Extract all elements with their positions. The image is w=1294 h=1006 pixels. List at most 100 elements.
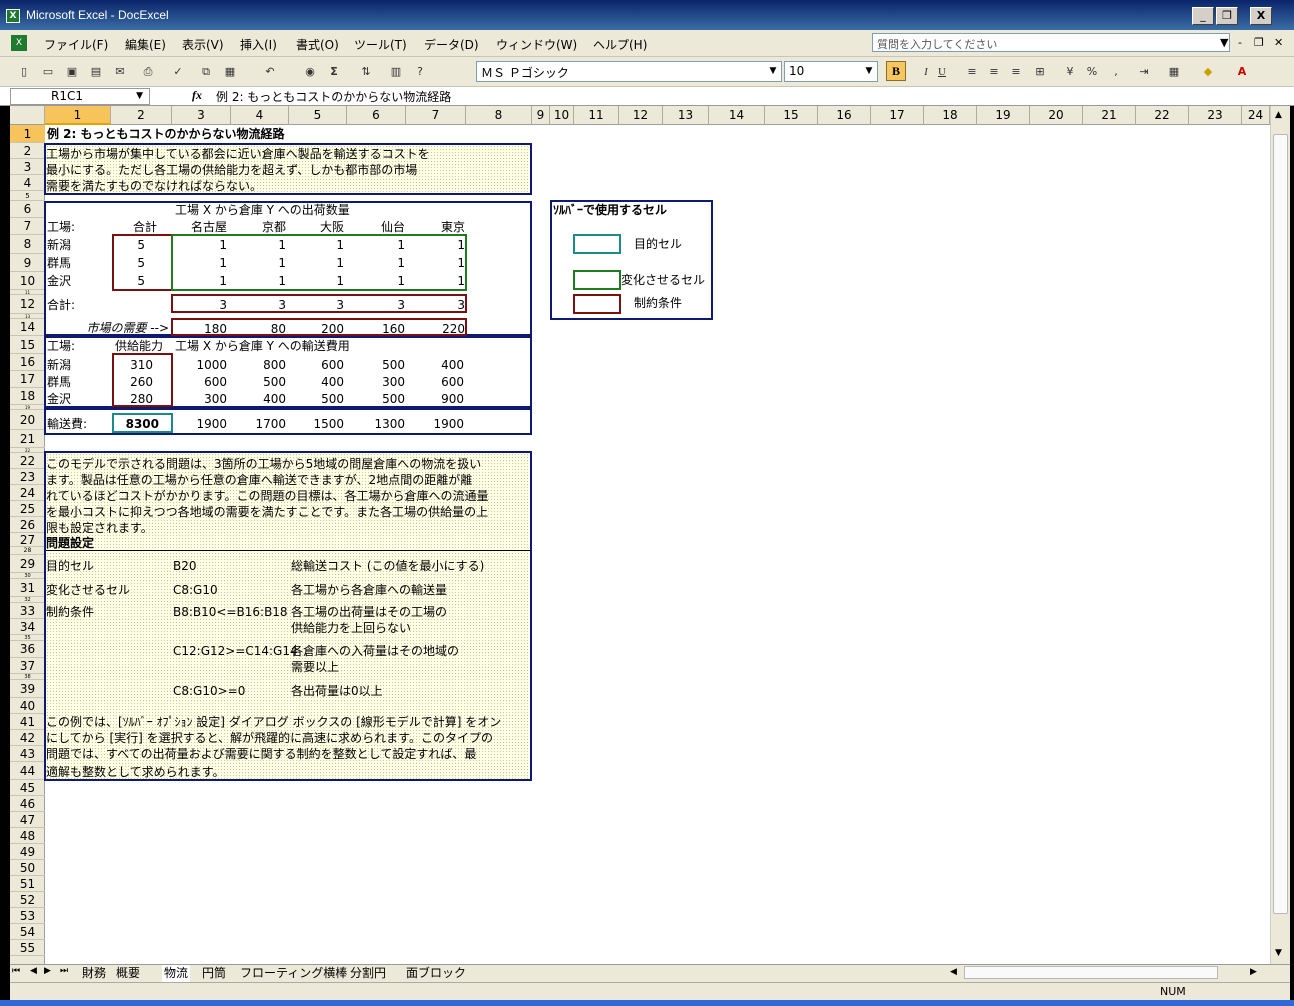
row-header[interactable]: 10 bbox=[10, 272, 45, 290]
demand-cell[interactable]: 200 bbox=[289, 322, 344, 336]
cost-cell[interactable]: 400 bbox=[406, 358, 464, 372]
demand-cell[interactable]: 160 bbox=[347, 322, 405, 336]
shipping-total[interactable]: 8300 bbox=[111, 417, 159, 431]
hyperlink-icon[interactable]: ◉ bbox=[302, 64, 318, 80]
row-header[interactable]: 14 bbox=[10, 319, 45, 336]
chevron-down-icon[interactable]: ▼ bbox=[862, 63, 876, 80]
doc-restore-button[interactable]: ❐ bbox=[1254, 36, 1264, 49]
row-header[interactable]: 15 bbox=[10, 336, 45, 354]
column-header[interactable]: 4 bbox=[231, 106, 289, 125]
description-line[interactable]: を最小コストに抑えつつ各地域の需要を満たすことです。また各工場の供給量の上 bbox=[46, 505, 488, 519]
row-header[interactable]: 36 bbox=[10, 641, 45, 658]
cost-cell[interactable]: 900 bbox=[406, 392, 464, 406]
column-header[interactable]: 2 bbox=[111, 106, 172, 125]
setting-desc[interactable]: 各出荷量は0以上 bbox=[291, 684, 383, 698]
ship-cell[interactable]: 1 bbox=[406, 274, 465, 288]
ship-cell[interactable]: 1 bbox=[231, 238, 286, 252]
row-header[interactable]: 2 bbox=[10, 143, 45, 159]
select-all-corner[interactable] bbox=[10, 106, 45, 125]
capacity-cell[interactable]: 310 bbox=[111, 358, 153, 372]
row-header[interactable]: 7 bbox=[10, 218, 45, 235]
font-name-select[interactable]: ＭＳ Ｐゴシック ▼ bbox=[476, 61, 782, 82]
name-box[interactable]: R1C1 ▼ bbox=[10, 88, 150, 105]
total-label[interactable]: 合計 bbox=[111, 220, 157, 234]
horizontal-scrollbar[interactable]: ◀ ▶ bbox=[946, 965, 1272, 981]
menu-window[interactable]: ウィンドウ(W) bbox=[496, 36, 577, 53]
sort-ascending-icon[interactable]: ⇅ bbox=[358, 64, 374, 80]
row-header[interactable]: 51 bbox=[10, 876, 45, 892]
cost-cell[interactable]: 400 bbox=[231, 392, 286, 406]
ship-cell[interactable]: 1 bbox=[289, 274, 344, 288]
ship-cell[interactable]: 1 bbox=[172, 238, 227, 252]
function-icon[interactable]: fx bbox=[192, 88, 202, 103]
align-right-icon[interactable]: ≡ bbox=[1008, 64, 1024, 80]
factory-name[interactable]: 群馬 bbox=[47, 375, 71, 389]
sum-cell[interactable]: 3 bbox=[172, 298, 227, 312]
row-header[interactable]: 52 bbox=[10, 892, 45, 908]
row-header[interactable]: 16 bbox=[10, 354, 45, 371]
column-header[interactable]: 9 bbox=[532, 106, 550, 125]
sheet-tab-active[interactable]: 物流 bbox=[162, 965, 191, 982]
row-header[interactable]: 37 bbox=[10, 658, 45, 674]
column-header[interactable]: 16 bbox=[818, 106, 871, 125]
setting-ref[interactable]: C8:G10 bbox=[173, 583, 218, 597]
row-header[interactable]: 21 bbox=[10, 430, 45, 448]
factory-name[interactable]: 金沢 bbox=[47, 392, 71, 406]
city-header[interactable]: 大阪 bbox=[289, 220, 344, 234]
cost-cell[interactable]: 600 bbox=[406, 375, 464, 389]
menu-help[interactable]: ヘルプ(H) bbox=[593, 36, 647, 53]
demand-cell[interactable]: 80 bbox=[231, 322, 286, 336]
menu-file[interactable]: ファイル(F) bbox=[44, 36, 108, 53]
column-header[interactable]: 13 bbox=[663, 106, 709, 125]
column-header[interactable]: 7 bbox=[406, 106, 466, 125]
ship-cell[interactable]: 1 bbox=[347, 256, 405, 270]
row-header[interactable]: 54 bbox=[10, 924, 45, 940]
city-header[interactable]: 仙台 bbox=[347, 220, 405, 234]
menu-format[interactable]: 書式(O) bbox=[296, 36, 339, 53]
ship-cell[interactable]: 1 bbox=[289, 256, 344, 270]
paste-icon[interactable]: ▦ bbox=[222, 64, 238, 80]
align-center-icon[interactable]: ≡ bbox=[986, 64, 1002, 80]
row-header[interactable]: 17 bbox=[10, 371, 45, 388]
demand-cell[interactable]: 180 bbox=[172, 322, 227, 336]
ship-cell[interactable]: 1 bbox=[347, 238, 405, 252]
italic-button[interactable]: I bbox=[918, 64, 934, 80]
footer-line[interactable]: にしてから [実行] を選択すると、解が飛躍的に高速に求められます。このタイプの bbox=[46, 731, 493, 745]
copy-icon[interactable]: ⧉ bbox=[198, 64, 214, 80]
setting-desc[interactable]: 各工場の出荷量はその工場の bbox=[291, 605, 447, 619]
minimize-button[interactable]: _ bbox=[1192, 7, 1214, 25]
scroll-right-icon[interactable]: ▶ bbox=[1250, 967, 1257, 977]
column-header[interactable]: 5 bbox=[289, 106, 347, 125]
intro-line[interactable]: 工場から市場が集中している都会に近い倉庫へ製品を輸送するコストを bbox=[46, 147, 430, 161]
ship-cell[interactable]: 1 bbox=[231, 256, 286, 270]
menu-edit[interactable]: 編集(E) bbox=[125, 36, 166, 53]
row-header[interactable]: 55 bbox=[10, 940, 45, 956]
setting-ref[interactable]: B20 bbox=[173, 559, 197, 573]
sum-cell[interactable]: 3 bbox=[347, 298, 405, 312]
comma-button[interactable]: , bbox=[1108, 64, 1124, 80]
first-sheet-icon[interactable]: ⏮ bbox=[12, 966, 20, 976]
formula-input[interactable]: 例 2: もっともコストのかからない物流経路 bbox=[216, 88, 451, 105]
underline-button[interactable]: U bbox=[934, 64, 950, 80]
setting-desc[interactable]: 総輸送コスト (この値を最小にする) bbox=[291, 559, 484, 573]
indent-icon[interactable]: ⇥ bbox=[1136, 64, 1152, 80]
row-header[interactable]: 31 bbox=[10, 579, 45, 597]
demand-cell[interactable]: 220 bbox=[406, 322, 465, 336]
undo-icon[interactable]: ↶ bbox=[262, 64, 278, 80]
cost-cell[interactable]: 300 bbox=[172, 392, 227, 406]
shipping-cell[interactable]: 1700 bbox=[231, 417, 286, 431]
worksheet-grid[interactable]: 1 2 3 4 5 6 7 8 9 10 11 12 13 14 15 16 1… bbox=[10, 106, 1270, 964]
row-header[interactable]: 8 bbox=[10, 235, 45, 254]
print-icon[interactable]: ⎙ bbox=[140, 64, 156, 80]
help-icon[interactable]: ? bbox=[412, 64, 428, 80]
new-icon[interactable]: ▯ bbox=[16, 64, 32, 80]
cost-cell[interactable]: 400 bbox=[289, 375, 344, 389]
description-line[interactable]: このモデルで示される問題は、3箇所の工場から5地域の問屋倉庫への物流を扱い bbox=[46, 457, 481, 471]
font-color-icon[interactable]: A bbox=[1234, 64, 1250, 80]
row-header[interactable]: 22 bbox=[10, 453, 45, 469]
shipping-cell[interactable]: 1300 bbox=[347, 417, 405, 431]
shipping-label[interactable]: 輸送費: bbox=[47, 417, 87, 431]
row-header[interactable]: 29 bbox=[10, 555, 45, 573]
chevron-down-icon[interactable]: ▼ bbox=[766, 63, 780, 80]
ship-cell[interactable]: 1 bbox=[172, 256, 227, 270]
